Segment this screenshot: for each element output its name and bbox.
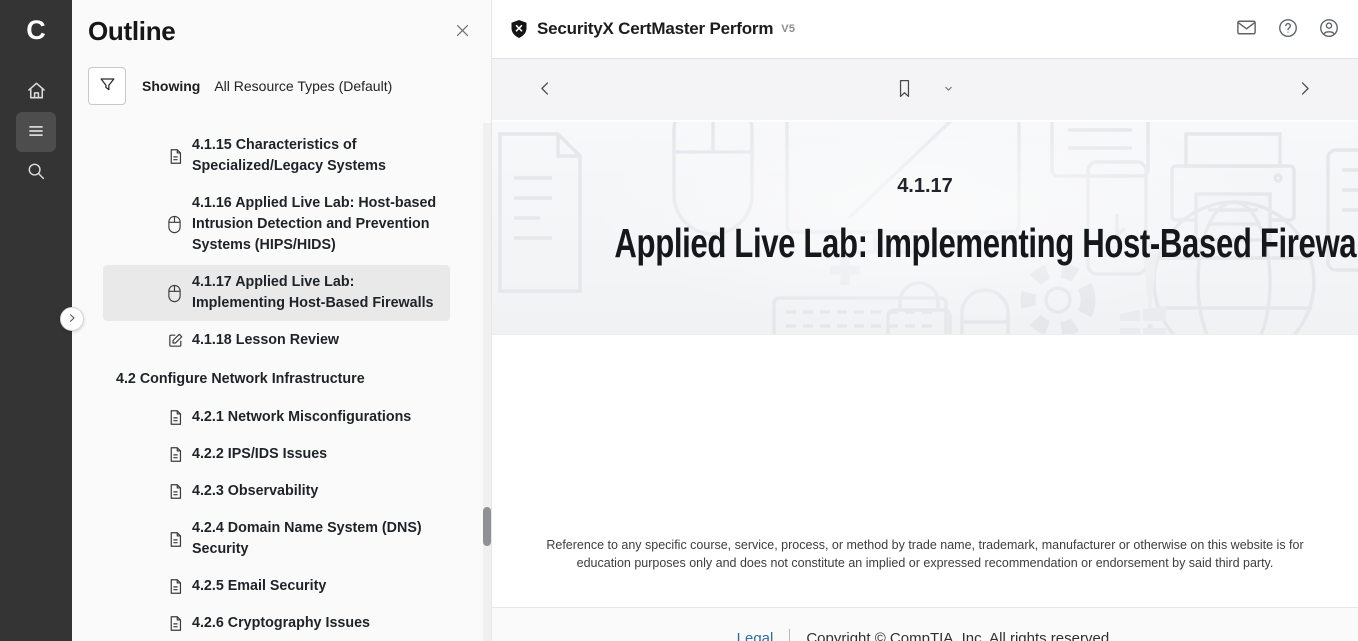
panel-expand-button[interactable]	[60, 307, 84, 331]
chevron-right-icon	[1295, 79, 1314, 101]
messages-button[interactable]	[1235, 16, 1258, 42]
outline-item[interactable]: 4.2.1 Network Misconfigurations	[103, 400, 450, 435]
outline-item[interactable]: 4.2.6 Cryptography Issues	[103, 606, 450, 641]
document-icon	[167, 483, 184, 500]
outline-item[interactable]: 4.1.17 Applied Live Lab: Implementing Ho…	[103, 265, 450, 321]
outline-item-label: 4.2.5 Email Security	[192, 576, 326, 597]
outline-panel: Outline Showing All Resource Types (Defa…	[72, 0, 492, 641]
document-icon	[167, 615, 184, 632]
main-content: SecurityX CertMaster Perform v5	[492, 0, 1358, 641]
outline-item-label: 4.1.17 Applied Live Lab: Implementing Ho…	[192, 272, 440, 314]
lesson-nav-bar	[492, 59, 1358, 122]
outline-item-label: 4.1.16 Applied Live Lab: Host-based Intr…	[192, 193, 440, 256]
outline-menu-button[interactable]	[16, 112, 56, 152]
document-icon	[167, 531, 184, 548]
lesson-body: Reference to any specific course, servic…	[492, 335, 1358, 607]
bookmark-menu-button[interactable]	[936, 76, 961, 104]
app-title: SecurityX CertMaster Perform	[537, 19, 773, 39]
home-button[interactable]	[16, 72, 56, 112]
document-icon	[167, 148, 184, 165]
filter-button[interactable]	[88, 67, 126, 105]
mouse-icon	[167, 284, 184, 303]
app-header: SecurityX CertMaster Perform v5	[492, 0, 1358, 59]
outline-item[interactable]: 4.2.3 Observability	[103, 474, 450, 509]
bookmark-button[interactable]	[889, 72, 920, 108]
document-icon	[167, 446, 184, 463]
shield-logo-icon	[510, 19, 528, 39]
help-icon	[1277, 17, 1299, 42]
help-button[interactable]	[1277, 17, 1299, 42]
comptia-logo: C	[26, 12, 46, 48]
outline-header: Outline	[72, 0, 491, 47]
outline-item-label: 4.2.6 Cryptography Issues	[192, 613, 370, 634]
chevron-right-icon	[66, 312, 78, 327]
filter-showing-label: Showing	[142, 78, 200, 94]
app-window: C Outline Showing All Resource T	[0, 0, 1358, 641]
outline-item-label: 4.2.4 Domain Name System (DNS) Security	[192, 518, 440, 560]
bookmark-group	[889, 72, 961, 108]
filter-row: Showing All Resource Types (Default)	[88, 67, 475, 105]
outline-item-label: 4.2.1 Network Misconfigurations	[192, 407, 411, 428]
search-icon	[25, 160, 47, 185]
chevron-left-icon	[536, 79, 555, 101]
outline-item[interactable]: 4.1.15 Characteristics of Specialized/Le…	[103, 128, 450, 184]
version-badge: v5	[781, 23, 795, 35]
outline-section-header[interactable]: 4.2 Configure Network Infrastructure	[116, 369, 471, 390]
outline-item[interactable]: 4.1.18 Lesson Review	[103, 323, 450, 358]
account-button[interactable]	[1318, 17, 1340, 42]
home-icon	[25, 79, 48, 105]
outline-scrollbar-track[interactable]	[483, 123, 491, 641]
edit-icon	[167, 332, 184, 349]
outline-item-label: 4.1.18 Lesson Review	[192, 330, 339, 351]
page-footer: Legal Copyright © CompTIA, Inc. All righ…	[492, 607, 1358, 641]
outline-title: Outline	[88, 16, 175, 47]
outline-list: 4.1.15 Characteristics of Specialized/Le…	[72, 128, 491, 641]
chevron-down-icon	[942, 82, 955, 98]
legal-link[interactable]: Legal	[737, 629, 774, 641]
lesson-title: Applied Live Lab: Implementing Host-Base…	[492, 220, 1358, 267]
mail-icon	[1235, 16, 1258, 42]
disclaimer-text: Reference to any specific course, servic…	[534, 536, 1316, 572]
menu-icon	[25, 120, 47, 145]
close-outline-button[interactable]	[450, 18, 475, 46]
bookmark-icon	[895, 78, 914, 102]
hero-text-block: 4.1.17 Applied Live Lab: Implementing Ho…	[492, 122, 1358, 267]
account-icon	[1318, 17, 1340, 42]
lesson-number: 4.1.17	[492, 175, 1358, 198]
copyright-text: Copyright © CompTIA, Inc. All rights res…	[806, 629, 1113, 641]
rail-nav	[16, 72, 56, 192]
outline-item-label: 4.2.2 IPS/IDS Issues	[192, 444, 327, 465]
outline-scrollbar-thumb[interactable]	[483, 507, 491, 546]
outline-item[interactable]: 4.2.5 Email Security	[103, 569, 450, 604]
mouse-icon	[167, 215, 184, 234]
outline-item[interactable]: 4.2.2 IPS/IDS Issues	[103, 437, 450, 472]
outline-item[interactable]: 4.1.16 Applied Live Lab: Host-based Intr…	[103, 186, 450, 263]
document-icon	[167, 409, 184, 426]
outline-item-label: 4.1.15 Characteristics of Specialized/Le…	[192, 135, 440, 177]
document-icon	[167, 578, 184, 595]
search-button[interactable]	[16, 152, 56, 192]
footer-row: Legal Copyright © CompTIA, Inc. All righ…	[737, 629, 1114, 641]
filter-value: All Resource Types (Default)	[214, 78, 392, 94]
close-icon	[454, 27, 471, 42]
previous-lesson-button[interactable]	[530, 73, 561, 107]
outline-item[interactable]: 4.2.4 Domain Name System (DNS) Security	[103, 511, 450, 567]
lesson-hero-banner: 4.1.17 Applied Live Lab: Implementing Ho…	[492, 122, 1358, 335]
footer-divider	[789, 629, 790, 641]
outline-item-label: 4.2.3 Observability	[192, 481, 318, 502]
next-lesson-button[interactable]	[1289, 73, 1320, 107]
filter-icon	[98, 75, 117, 97]
